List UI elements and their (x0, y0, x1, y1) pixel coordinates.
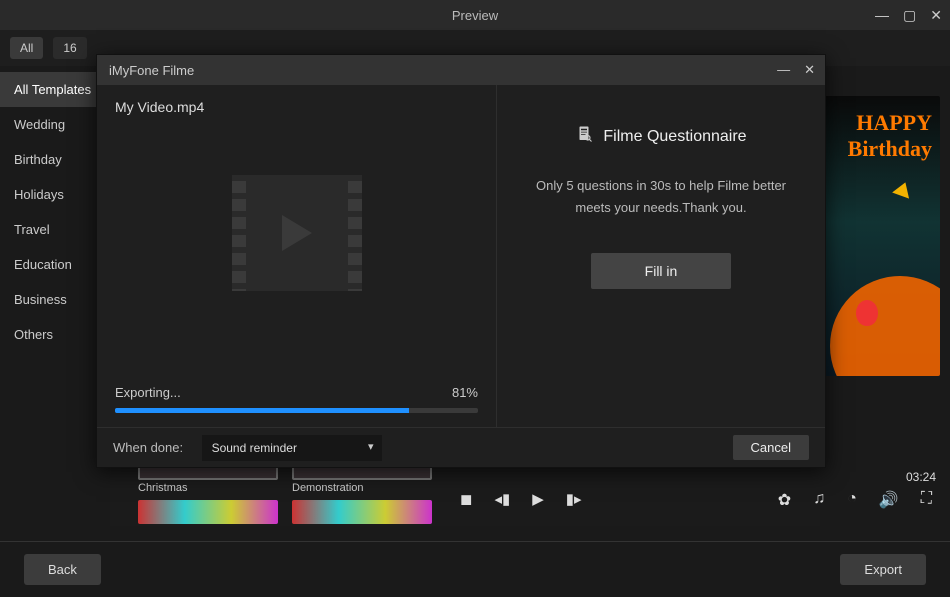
filter-ratio-pill[interactable]: 16 (53, 37, 86, 59)
export-dialog: iMyFone Filme — ✕ My Video.mp4 Exporting… (96, 54, 826, 468)
gear-icon[interactable]: ✿ (778, 490, 791, 510)
clock-icon[interactable]: ◔ (847, 490, 857, 510)
when-done-group: When done: Sound reminder (113, 435, 382, 461)
thumbnail-caption: Christmas (138, 482, 278, 494)
window-controls: — ▢ ✕ (875, 7, 942, 24)
questionnaire-heading: Filme Questionnaire (575, 125, 746, 149)
minimize-icon[interactable]: — (875, 7, 889, 24)
circle-decoration (830, 276, 940, 376)
prev-frame-icon[interactable]: ◂▮ (494, 490, 510, 508)
playback-controls: ◼ ◂▮ ▶ ▮▸ (460, 490, 582, 508)
dialog-minimize-icon[interactable]: — (777, 62, 790, 78)
dialog-body: My Video.mp4 Exporting... 81% Filme Ques… (97, 85, 825, 427)
questionnaire-title: Filme Questionnaire (603, 128, 746, 146)
sidebar-item-others[interactable]: Others (0, 317, 110, 352)
dialog-close-icon[interactable]: ✕ (804, 62, 815, 78)
maximize-icon[interactable]: ▢ (903, 7, 916, 24)
fullscreen-icon[interactable]: ⛶ (921, 490, 932, 510)
clipboard-search-icon (575, 125, 593, 149)
export-status-label: Exporting... (115, 385, 181, 400)
thumbnail-image-secondary (292, 500, 432, 524)
sidebar-item-holidays[interactable]: Holidays (0, 177, 110, 212)
sidebar-item-travel[interactable]: Travel (0, 212, 110, 247)
thumbnail-image-secondary (138, 500, 278, 524)
sidebar-item-business[interactable]: Business (0, 282, 110, 317)
export-progress-fill (115, 408, 409, 413)
back-button[interactable]: Back (24, 554, 101, 585)
play-icon[interactable]: ▶ (532, 490, 544, 508)
template-category-sidebar: All Templates Wedding Birthday Holidays … (0, 66, 110, 526)
preview-overlay-text-1: HAPPY (856, 110, 932, 136)
play-glyph-icon (282, 215, 312, 251)
export-filename: My Video.mp4 (115, 99, 478, 115)
app-title: Preview (452, 8, 498, 23)
sidebar-item-wedding[interactable]: Wedding (0, 107, 110, 142)
dialog-footer: When done: Sound reminder Cancel (97, 427, 825, 467)
app-titlebar: Preview — ▢ ✕ (0, 0, 950, 30)
filmstrip-icon (232, 175, 362, 291)
music-icon[interactable]: ♫ (813, 490, 825, 510)
when-done-select[interactable]: Sound reminder (202, 435, 382, 461)
cancel-button[interactable]: Cancel (733, 435, 809, 460)
balloon-decoration (856, 300, 878, 326)
preview-overlay-text-2: Birthday (848, 136, 932, 162)
questionnaire-description: Only 5 questions in 30s to help Filme be… (523, 175, 799, 219)
when-done-select-wrap: Sound reminder (202, 435, 382, 461)
next-frame-icon[interactable]: ▮▸ (566, 490, 582, 508)
fill-in-button[interactable]: Fill in (591, 253, 731, 289)
sidebar-item-all-templates[interactable]: All Templates (0, 72, 110, 107)
export-progress-bar (115, 408, 478, 413)
dialog-titlebar: iMyFone Filme — ✕ (97, 55, 825, 85)
dialog-window-controls: — ✕ (777, 62, 815, 78)
questionnaire-pane: Filme Questionnaire Only 5 questions in … (497, 85, 825, 427)
preview-duration: 03:24 (906, 470, 936, 484)
close-icon[interactable]: ✕ (930, 7, 942, 24)
sidebar-item-birthday[interactable]: Birthday (0, 142, 110, 177)
footer-bar: Back Export (0, 541, 950, 597)
export-progress-pane: My Video.mp4 Exporting... 81% (97, 85, 497, 427)
export-progress: Exporting... 81% (115, 385, 478, 413)
when-done-label: When done: (113, 440, 183, 455)
thumbnail-caption: Demonstration (292, 482, 432, 494)
volume-icon[interactable]: 🔊 (879, 490, 899, 510)
export-button[interactable]: Export (840, 554, 926, 585)
export-percent: 81% (452, 385, 478, 400)
dialog-title: iMyFone Filme (109, 63, 194, 78)
preview-thumbnail[interactable]: HAPPY Birthday (820, 96, 940, 376)
preview-panel: HAPPY Birthday 03:24 (820, 66, 950, 526)
stop-icon[interactable]: ◼ (460, 490, 472, 508)
triangle-icon (892, 179, 914, 198)
filter-all-pill[interactable]: All (10, 37, 43, 59)
preview-tools: ✿ ♫ ◔ 🔊 ⛶ (778, 490, 932, 510)
sidebar-item-education[interactable]: Education (0, 247, 110, 282)
